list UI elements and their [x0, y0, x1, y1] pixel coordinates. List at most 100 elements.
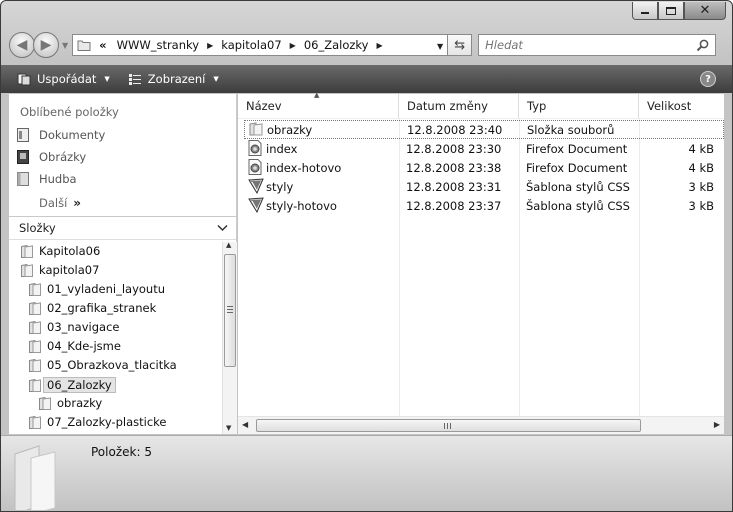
- search-input[interactable]: [485, 38, 686, 52]
- scroll-right-arrow-icon[interactable]: ▶: [714, 420, 720, 429]
- folder-icon: [29, 282, 41, 296]
- recent-pages-dropdown[interactable]: ▼: [62, 41, 68, 50]
- folder-icon: [21, 244, 33, 258]
- file-name: index: [266, 141, 298, 156]
- folder-icon: [29, 301, 41, 315]
- views-icon: [128, 74, 141, 85]
- css-stylesheet-icon: [248, 197, 264, 216]
- favorite-item-documents[interactable]: Dokumenty: [17, 128, 105, 142]
- column-header-type[interactable]: Typ: [519, 94, 639, 118]
- favorites-more-link[interactable]: Další »: [39, 196, 81, 210]
- breadcrumb-item[interactable]: 06_Zalozky: [304, 38, 369, 52]
- file-size: 4 kB: [688, 141, 714, 156]
- organize-button[interactable]: Uspořádat ▼: [17, 72, 110, 86]
- chevron-down-icon[interactable]: [217, 224, 228, 232]
- column-header-label: Velikost: [647, 99, 692, 113]
- tree-item-label: 06_Zalozky: [43, 377, 116, 393]
- folder-icon: [29, 358, 41, 372]
- tree-item[interactable]: 05_Obrazkova_tlacitka: [29, 358, 177, 372]
- caption-buttons: ✕: [632, 2, 726, 20]
- scroll-down-arrow-icon[interactable]: ▼: [226, 424, 231, 432]
- breadcrumb-chevron-icon[interactable]: ▶: [207, 41, 213, 50]
- favorite-item-label: Dokumenty: [39, 128, 106, 142]
- column-header-date[interactable]: Datum změny: [399, 94, 519, 118]
- folder-icon: [29, 378, 41, 392]
- minimize-button[interactable]: [632, 2, 658, 20]
- file-list-hscrollbar[interactable]: ◀ ▶: [238, 416, 724, 434]
- item-count: Položek: 5: [91, 445, 152, 459]
- explorer-window: ✕ ◀ ▶ ▼ « WWW_stranky ▶ kapitola07 ▶ 06_…: [0, 0, 733, 512]
- back-button[interactable]: ◀: [9, 32, 35, 58]
- address-bar[interactable]: « WWW_stranky ▶ kapitola07 ▶ 06_Zalozky …: [72, 34, 449, 56]
- breadcrumb-chevron-icon[interactable]: ▶: [290, 41, 296, 50]
- views-button[interactable]: Zobrazení ▼: [128, 72, 219, 86]
- file-type: Šablona stylů CSS: [526, 198, 630, 213]
- close-icon: ✕: [699, 3, 711, 18]
- organize-icon: [17, 73, 31, 86]
- breadcrumb-item[interactable]: WWW_stranky: [117, 38, 199, 52]
- scroll-left-arrow-icon[interactable]: ◀: [242, 420, 248, 429]
- favorite-item-pictures[interactable]: Obrázky: [17, 150, 86, 164]
- column-header-name[interactable]: ▲ Název: [238, 91, 399, 118]
- help-icon: ?: [705, 73, 711, 85]
- hscrollbar-thumb[interactable]: [256, 419, 641, 432]
- favorite-item-label: Obrázky: [39, 150, 87, 164]
- help-button[interactable]: ?: [700, 71, 716, 87]
- more-label: Další: [39, 196, 68, 210]
- close-button[interactable]: ✕: [684, 2, 726, 20]
- tree-item-label: 02_grafika_stranek: [47, 301, 157, 315]
- tree-item[interactable]: 02_grafika_stranek: [29, 301, 156, 315]
- file-row[interactable]: index 12.8.2008 23:30 Firefox Document 4 kB: [238, 139, 724, 158]
- tree-item-label: 07_Zalozky-plasticke: [47, 415, 167, 429]
- favorite-item-music[interactable]: Hudba: [17, 172, 77, 186]
- search-icon[interactable]: [696, 39, 709, 52]
- column-header-label: Typ: [527, 99, 547, 113]
- sort-ascending-icon: ▲: [314, 91, 320, 99]
- file-type: Firefox Document: [526, 141, 628, 156]
- refresh-button[interactable]: ⇆: [448, 34, 473, 56]
- file-date: 12.8.2008 23:40: [407, 122, 503, 137]
- tree-item[interactable]: kapitola07: [21, 263, 99, 277]
- tree-item[interactable]: Kapitola06: [21, 244, 100, 258]
- column-header-size[interactable]: Velikost: [639, 94, 719, 118]
- folder-icon: [39, 396, 51, 410]
- maximize-button[interactable]: [658, 2, 684, 20]
- file-name: styly: [266, 179, 294, 194]
- search-box[interactable]: [478, 34, 717, 56]
- documents-icon: [17, 128, 29, 142]
- folder-tree-scrollbar[interactable]: ▲ ▼: [222, 241, 237, 434]
- tree-item[interactable]: obrazky: [39, 396, 102, 410]
- tree-item[interactable]: 03_navigace: [29, 320, 119, 334]
- tree-item[interactable]: 01_vyladeni_layoutu: [29, 282, 165, 296]
- address-dropdown-icon[interactable]: ▼: [437, 42, 443, 51]
- tree-item-label: 04_Kde-jsme: [47, 339, 121, 353]
- tree-item[interactable]: 07_Zalozky-plasticke: [29, 415, 166, 429]
- breadcrumb-chevron-icon[interactable]: ▶: [376, 41, 382, 50]
- breadcrumb-overflow[interactable]: «: [99, 38, 106, 52]
- folder-icon: [249, 122, 263, 139]
- folders-header[interactable]: Složky: [9, 216, 236, 240]
- file-row[interactable]: styly-hotovo 12.8.2008 23:37 Šablona stylů…: [238, 196, 724, 215]
- file-name: index-hotovo: [266, 160, 342, 175]
- file-date: 12.8.2008 23:37: [406, 198, 502, 213]
- file-size: 3 kB: [688, 179, 714, 194]
- tree-item[interactable]: 06_Zalozky: [29, 377, 116, 393]
- file-row[interactable]: obrazky 12.8.2008 23:40 Složka souborů: [244, 120, 724, 139]
- file-size: 3 kB: [688, 198, 714, 213]
- command-bar: Uspořádat ▼ Zobrazení ▼ ?: [1, 65, 732, 93]
- scroll-up-arrow-icon[interactable]: ▲: [226, 241, 231, 249]
- dropdown-arrow-icon: ▼: [104, 75, 110, 83]
- file-row[interactable]: styly 12.8.2008 23:31 Šablona stylů CSS 3 k…: [238, 177, 724, 196]
- file-date: 12.8.2008 23:31: [406, 179, 502, 194]
- grip-icon: [227, 306, 233, 315]
- file-name: styly-hotovo: [266, 198, 337, 213]
- double-chevron-icon: »: [73, 196, 82, 210]
- file-type: Firefox Document: [526, 160, 628, 175]
- file-row[interactable]: index-hotovo 12.8.2008 23:38 Firefox Docum…: [238, 158, 724, 177]
- music-folder-icon: [17, 172, 29, 186]
- file-list: ▲ Název Datum změny Typ Velikost obrazky…: [238, 91, 724, 434]
- scrollbar-thumb[interactable]: [224, 254, 236, 367]
- breadcrumb-item[interactable]: kapitola07: [221, 38, 281, 52]
- forward-button[interactable]: ▶: [33, 32, 59, 58]
- tree-item[interactable]: 04_Kde-jsme: [29, 339, 121, 353]
